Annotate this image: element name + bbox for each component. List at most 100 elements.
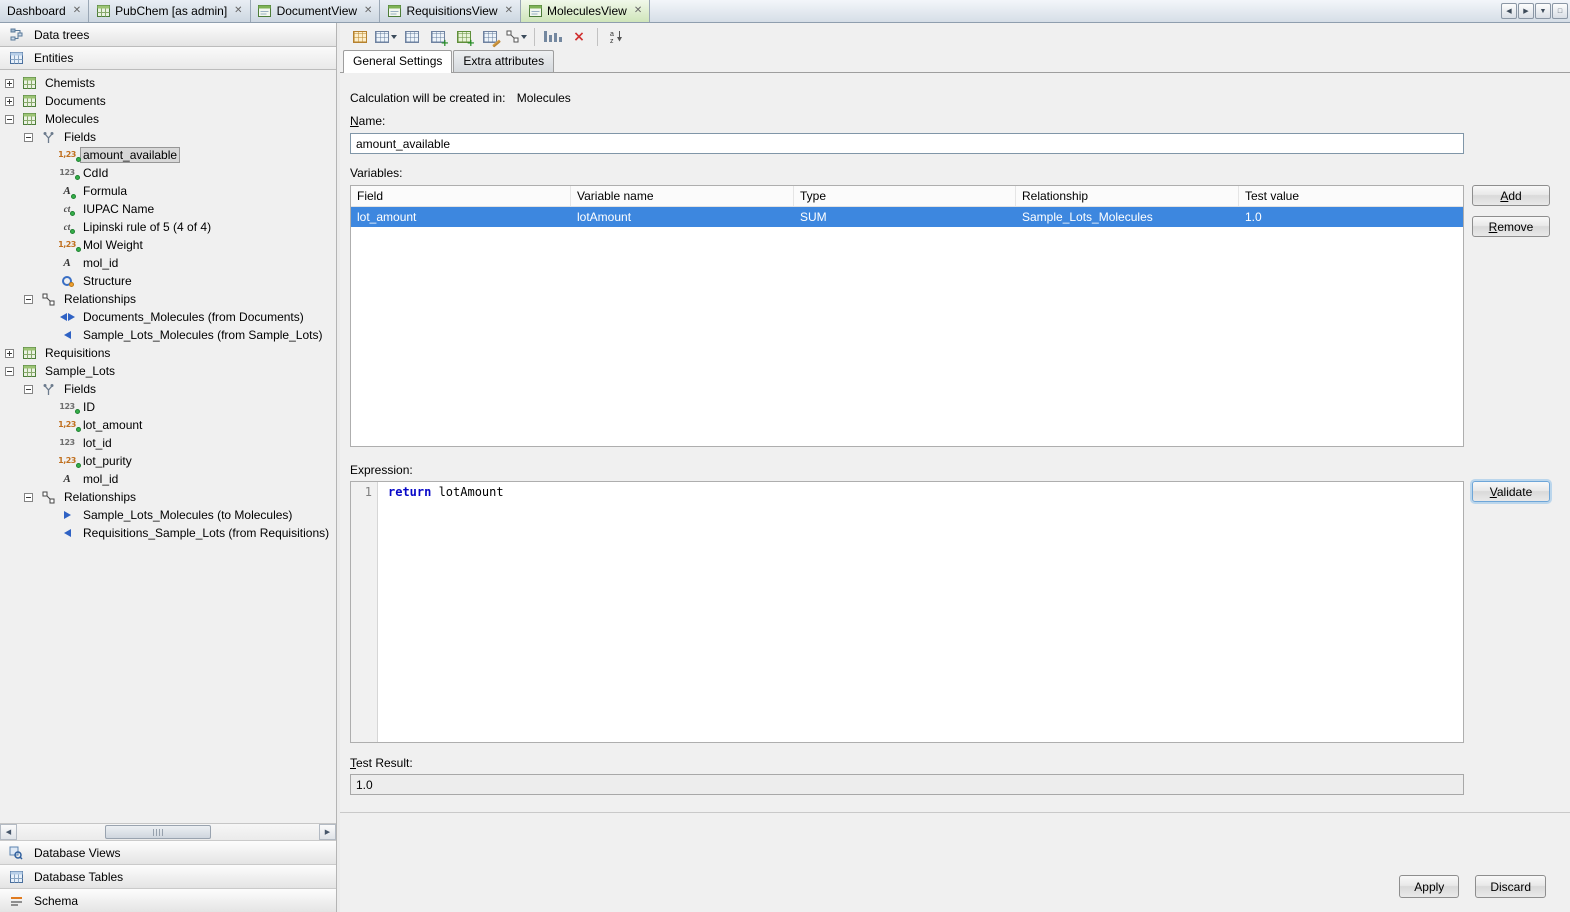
tree-item-mol-id[interactable]: Amol_id xyxy=(0,254,336,272)
field-decimal-icon: 1,23 xyxy=(57,238,77,253)
scrollbar-track[interactable] xyxy=(17,824,319,840)
discard-button[interactable]: Discard xyxy=(1475,875,1546,898)
tree-item-fields[interactable]: Fields xyxy=(0,128,336,146)
delete-item-icon[interactable]: × xyxy=(567,26,591,48)
expression-code[interactable]: return lotAmount xyxy=(378,482,504,742)
relationships-node-icon xyxy=(38,490,58,505)
collapse-icon[interactable] xyxy=(24,493,33,502)
tree-item-lot-amount[interactable]: 1,23lot_amount xyxy=(0,416,336,434)
tree-item-relationships[interactable]: Relationships xyxy=(0,488,336,506)
maximize-button[interactable]: □ xyxy=(1552,3,1568,19)
validate-button[interactable]: Validate xyxy=(1472,481,1550,502)
tab-list-button[interactable]: ▼ xyxy=(1535,3,1551,19)
close-icon[interactable]: ✕ xyxy=(505,6,513,16)
tree-horizontal-scrollbar[interactable]: ◀ ▶ xyxy=(0,823,336,840)
collapse-icon[interactable] xyxy=(5,115,14,124)
expand-icon[interactable] xyxy=(5,349,14,358)
new-standard-field-icon[interactable]: + xyxy=(426,26,450,48)
tree-item-mol-id[interactable]: Amol_id xyxy=(0,470,336,488)
close-icon[interactable]: ✕ xyxy=(234,6,242,16)
new-calculated-field-icon[interactable]: + xyxy=(452,26,476,48)
tree-item-label: Requisitions xyxy=(42,345,113,361)
tree-item-lot-purity[interactable]: 1,23lot_purity xyxy=(0,452,336,470)
add-variable-button[interactable]: Add xyxy=(1472,185,1550,206)
tab-general-settings[interactable]: General Settings xyxy=(343,50,452,73)
tree-item-label: Sample_Lots xyxy=(42,363,118,379)
collapse-icon[interactable] xyxy=(24,295,33,304)
tree-item-sample-lots[interactable]: Sample_Lots xyxy=(0,362,336,380)
variables-table[interactable]: FieldVariable nameTypeRelationshipTest v… xyxy=(350,185,1464,447)
scroll-tabs-right-button[interactable]: ▶ xyxy=(1518,3,1534,19)
tree-item-label: lot_amount xyxy=(80,417,145,433)
scroll-right-button[interactable]: ▶ xyxy=(319,824,336,840)
close-icon[interactable]: ✕ xyxy=(73,6,81,16)
tree-item-formula[interactable]: AFormula xyxy=(0,182,336,200)
tree-item-relationships[interactable]: Relationships xyxy=(0,290,336,308)
close-icon[interactable]: ✕ xyxy=(634,6,642,16)
tree-item-iupac-name[interactable]: ctIUPAC Name xyxy=(0,200,336,218)
variables-column-header-variable-name[interactable]: Variable name xyxy=(571,186,794,206)
tree-item-documents-molecules-from-documents[interactable]: Documents_Molecules (from Documents) xyxy=(0,308,336,326)
edit-entity-icon[interactable] xyxy=(478,26,502,48)
field-decimal-icon: 1,23 xyxy=(57,148,77,163)
svg-text:z: z xyxy=(610,38,614,43)
expression-line-number: 1 xyxy=(351,482,378,742)
tree-item-sample-lots-molecules-from-sample-lots[interactable]: Sample_Lots_Molecules (from Sample_Lots) xyxy=(0,326,336,344)
variables-row[interactable]: lot_amountlotAmountSUMSample_Lots_Molecu… xyxy=(351,207,1463,227)
panel-schema[interactable]: Schema xyxy=(0,888,336,912)
collapse-icon[interactable] xyxy=(5,367,14,376)
new-form-view-icon[interactable] xyxy=(400,26,424,48)
remove-variable-button[interactable]: Remove xyxy=(1472,216,1550,237)
name-input[interactable] xyxy=(350,133,1464,154)
window-tab-label: RequisitionsView xyxy=(406,4,497,18)
tree-item-documents[interactable]: Documents xyxy=(0,92,336,110)
tree-item-lot-id[interactable]: 123lot_id xyxy=(0,434,336,452)
variables-column-header-test-value[interactable]: Test value xyxy=(1239,186,1464,206)
tree-item-chemists[interactable]: Chemists xyxy=(0,74,336,92)
window-tab-pubchem-as-admin[interactable]: PubChem [as admin]✕ xyxy=(89,0,250,22)
variables-column-header-relationship[interactable]: Relationship xyxy=(1016,186,1239,206)
window-tab-requisitionsview[interactable]: RequisitionsView ✕ xyxy=(380,0,521,22)
panel-database-views[interactable]: Database Views xyxy=(0,840,336,864)
expand-icon[interactable] xyxy=(5,97,14,106)
schema-icon xyxy=(6,893,26,908)
tree-item-lipinski-rule-of-5-4-of-4[interactable]: ctLipinski rule of 5 (4 of 4) xyxy=(0,218,336,236)
expand-icon[interactable] xyxy=(5,79,14,88)
tree-item-amount-available[interactable]: 1,23amount_available xyxy=(0,146,336,164)
tree-item-cdid[interactable]: 123CdId xyxy=(0,164,336,182)
tree-item-mol-weight[interactable]: 1,23Mol Weight xyxy=(0,236,336,254)
sort-fields-icon[interactable]: az xyxy=(604,26,628,48)
new-relationship-icon[interactable] xyxy=(504,26,528,48)
tree-item-requisitions-sample-lots-from-requisitions[interactable]: Requisitions_Sample_Lots (from Requisiti… xyxy=(0,524,336,542)
tree-item-label: Lipinski rule of 5 (4 of 4) xyxy=(80,219,214,235)
window-tab-label: MoleculesView xyxy=(547,4,627,18)
tree-item-id[interactable]: 123ID xyxy=(0,398,336,416)
new-data-tree-icon[interactable] xyxy=(348,26,372,48)
window-tab-documentview[interactable]: DocumentView✕ xyxy=(251,0,381,22)
apply-button[interactable]: Apply xyxy=(1399,875,1459,898)
data-trees-icon xyxy=(6,27,26,42)
expression-editor[interactable]: 1 return lotAmount xyxy=(350,481,1464,743)
variables-column-header-type[interactable]: Type xyxy=(794,186,1016,206)
window-tab-dashboard[interactable]: Dashboard✕ xyxy=(0,0,89,22)
tree-item-molecules[interactable]: Molecules xyxy=(0,110,336,128)
tree-item-requisitions[interactable]: Requisitions xyxy=(0,344,336,362)
scroll-tabs-left-button[interactable]: ◀ xyxy=(1501,3,1517,19)
collapse-icon[interactable] xyxy=(24,133,33,142)
data-trees-header[interactable]: Data trees xyxy=(0,23,336,47)
entities-header[interactable]: Entities xyxy=(0,47,336,70)
tree-item-fields[interactable]: Fields xyxy=(0,380,336,398)
tree-item-label: Molecules xyxy=(42,111,102,127)
tree-item-sample-lots-molecules-to-molecules[interactable]: Sample_Lots_Molecules (to Molecules) xyxy=(0,506,336,524)
tab-extra-attributes[interactable]: Extra attributes xyxy=(453,50,554,72)
window-tab-moleculesview[interactable]: MoleculesView ✕ xyxy=(521,0,650,22)
tree-item-structure[interactable]: Structure xyxy=(0,272,336,290)
field-chooser-icon[interactable] xyxy=(541,26,565,48)
panel-database-tables[interactable]: Database Tables xyxy=(0,864,336,888)
close-icon[interactable]: ✕ xyxy=(364,6,372,16)
variables-column-header-field[interactable]: Field xyxy=(351,186,571,206)
scroll-left-button[interactable]: ◀ xyxy=(0,824,17,840)
new-grid-view-icon[interactable] xyxy=(374,26,398,48)
collapse-icon[interactable] xyxy=(24,385,33,394)
scrollbar-thumb[interactable] xyxy=(105,825,211,839)
